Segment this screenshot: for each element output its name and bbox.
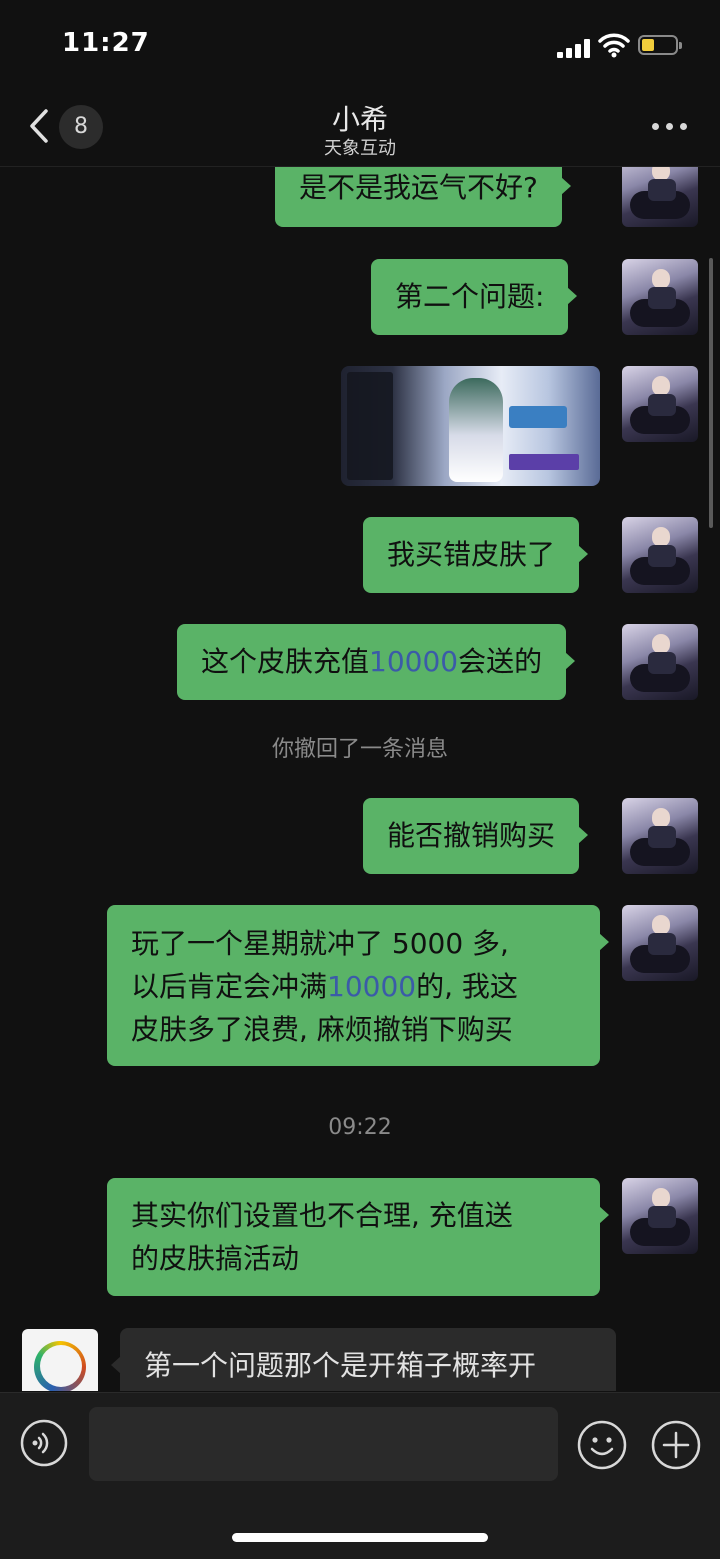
emoji-icon[interactable]	[576, 1419, 628, 1471]
input-bar	[0, 1392, 720, 1559]
message-text: 这个皮肤充值	[201, 645, 370, 678]
timestamp: 09:22	[328, 1115, 392, 1140]
contact-avatar[interactable]	[22, 1329, 98, 1391]
chat-header: 8 小希 天象互动	[0, 90, 720, 167]
number-link[interactable]: 10000	[327, 970, 416, 1003]
my-avatar[interactable]	[622, 1178, 698, 1254]
status-time: 11:27	[62, 28, 150, 58]
signal-icon	[557, 38, 591, 58]
my-avatar[interactable]	[622, 798, 698, 874]
plus-icon[interactable]	[650, 1419, 702, 1471]
message-line: 第一个问题那个是开箱子概率开	[144, 1349, 537, 1382]
message-line: 玩了一个星期就冲了 5000 多,	[131, 927, 509, 960]
message-bubble[interactable]: 玩了一个星期就冲了 5000 多, 以后肯定会冲满10000的, 我这 皮肤多了…	[107, 905, 609, 1066]
message-bubble[interactable]: 第二个问题:	[371, 259, 578, 335]
voice-icon[interactable]	[20, 1419, 68, 1467]
message-text: 的, 我这	[416, 970, 518, 1003]
my-avatar[interactable]	[622, 259, 698, 335]
message-line: 皮肤多了浪费, 麻烦撤销下购买	[131, 1013, 513, 1046]
message-bubble[interactable]: 第一个问题那个是开箱子概率开	[111, 1328, 616, 1391]
message-input[interactable]	[89, 1407, 558, 1481]
number-link[interactable]: 10000	[369, 645, 458, 678]
my-avatar[interactable]	[622, 167, 698, 227]
message-list[interactable]: 是不是我运气不好? 第二个问题: 我买错皮肤了 这个皮肤充值10000会送的 你…	[0, 167, 720, 1391]
chat-subtitle: 天象互动	[324, 138, 396, 159]
message-line: 的皮肤搞活动	[131, 1242, 300, 1275]
my-avatar[interactable]	[622, 517, 698, 593]
message-bubble[interactable]: 我买错皮肤了	[363, 517, 589, 593]
recall-notice: 你撤回了一条消息	[271, 737, 448, 762]
message-text: 以后肯定会冲满	[131, 970, 328, 1003]
home-indicator[interactable]	[232, 1533, 488, 1542]
my-avatar[interactable]	[622, 905, 698, 981]
message-bubble[interactable]: 其实你们设置也不合理, 充值送 的皮肤搞活动	[107, 1178, 609, 1296]
more-icon[interactable]	[650, 123, 690, 133]
message-line: 其实你们设置也不合理, 充值送	[131, 1199, 513, 1232]
message-bubble[interactable]: 能否撤销购买	[363, 798, 589, 874]
wifi-icon	[598, 33, 630, 58]
message-bubble[interactable]: 是不是我运气不好?	[275, 167, 571, 227]
scrollbar[interactable]	[709, 258, 713, 528]
my-avatar[interactable]	[622, 624, 698, 700]
my-avatar[interactable]	[622, 366, 698, 442]
message-bubble[interactable]: 这个皮肤充值10000会送的	[177, 624, 576, 700]
battery-icon	[638, 35, 682, 55]
image-message[interactable]	[341, 366, 600, 486]
message-text: 会送的	[458, 645, 543, 678]
chat-title: 小希	[331, 103, 388, 136]
